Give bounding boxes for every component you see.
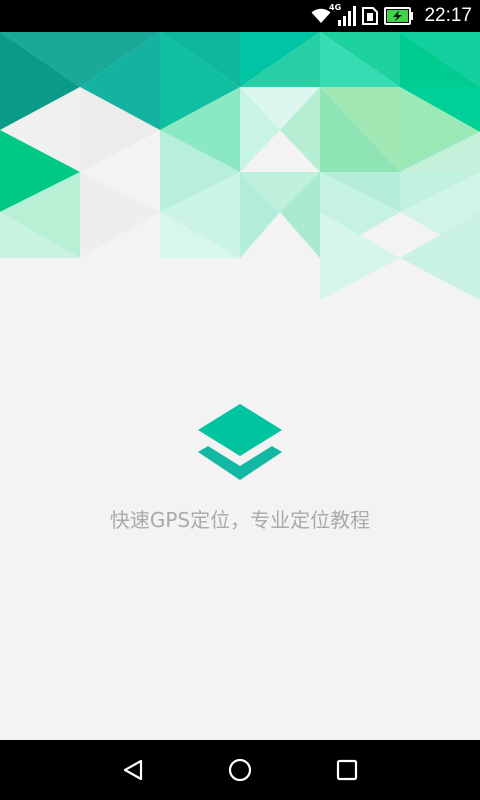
- splash-screen: 4G 22:17 快速GPS定位，专业定位教程: [0, 0, 480, 800]
- wifi-icon: [310, 7, 332, 25]
- status-bar: 4G 22:17: [0, 0, 480, 32]
- home-button[interactable]: [200, 740, 280, 800]
- splash-slogan: 快速GPS定位，专业定位教程: [109, 508, 371, 532]
- recent-apps-button[interactable]: [307, 740, 387, 800]
- sim-icon: [362, 7, 379, 25]
- recent-apps-icon: [336, 759, 358, 781]
- header-triangle-pattern: [0, 32, 480, 312]
- navigation-bar: [0, 740, 480, 800]
- back-icon: [123, 759, 143, 781]
- home-icon: [228, 758, 252, 782]
- signal-icon: [338, 6, 357, 26]
- layers-icon: [198, 404, 282, 480]
- back-button[interactable]: [93, 740, 173, 800]
- battery-charging-icon: [384, 7, 414, 25]
- clock: 22:17: [424, 5, 472, 26]
